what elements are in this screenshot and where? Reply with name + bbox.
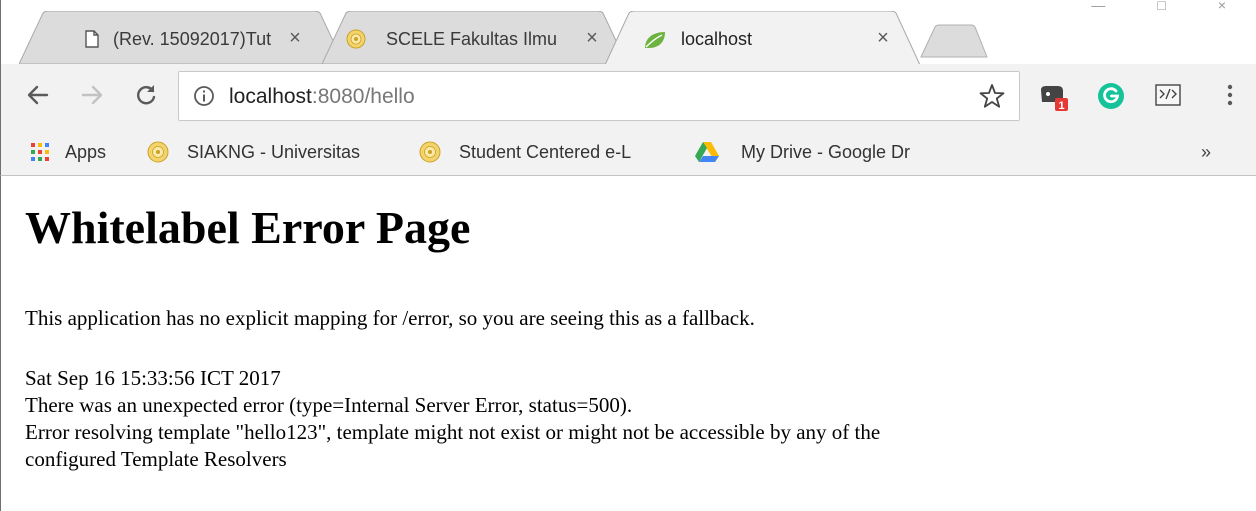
tab-title: SCELE Fakultas Ilmu [386, 29, 558, 49]
tab-title: localhost [681, 29, 753, 49]
close-window-icon[interactable]: × [1218, 0, 1226, 14]
browser-toolbar: localhost:8080/hello 1 [0, 64, 1256, 130]
tab-title: (Rev. 15092017)Tut [113, 29, 272, 49]
url-host: localhost [229, 85, 312, 108]
tab-close-icon[interactable]: × [873, 26, 893, 50]
tab-close-icon[interactable]: × [285, 26, 305, 50]
more-menu-icon[interactable] [1223, 82, 1237, 110]
page-content: Whitelabel Error Page This application h… [0, 176, 1256, 511]
reload-button[interactable] [131, 80, 161, 110]
forward-arrow-icon [81, 85, 103, 105]
elephant-icon: 1 [1041, 86, 1068, 112]
bookmark-scele[interactable]: Student Centered e-L [419, 140, 669, 164]
back-button[interactable] [23, 80, 53, 110]
back-arrow-icon [27, 85, 49, 105]
grammarly-extension-button[interactable] [1097, 82, 1125, 110]
minimize-icon[interactable]: — [1091, 0, 1105, 14]
university-seal-icon [419, 141, 441, 163]
university-seal-icon [147, 141, 169, 163]
window-controls: — □ × [1091, 0, 1226, 14]
forward-button[interactable] [77, 80, 107, 110]
evernote-extension-button[interactable]: 1 [1038, 82, 1068, 112]
address-bar[interactable]: localhost:8080/hello [178, 71, 1020, 121]
page-heading: Whitelabel Error Page [25, 202, 471, 253]
xml-tree-icon [1155, 84, 1181, 106]
error-type: There was an unexpected error (type=Inte… [25, 393, 633, 417]
bookmark-star-icon[interactable] [979, 83, 1005, 109]
document-icon [85, 30, 99, 48]
extension-badge: 1 [1058, 100, 1064, 112]
info-icon[interactable] [193, 85, 215, 107]
tab-scele[interactable]: SCELE Fakultas Ilmu × [322, 11, 627, 64]
reload-icon [137, 85, 156, 105]
url-text[interactable]: localhost:8080/hello [229, 84, 415, 110]
tab-localhost[interactable]: localhost × [605, 11, 920, 65]
xml-extension-button[interactable] [1153, 82, 1181, 110]
bookmark-apps[interactable]: Apps [29, 140, 106, 164]
error-message-line2: configured Template Resolvers [25, 447, 287, 471]
grammarly-icon [1098, 83, 1124, 109]
bookmark-google-drive[interactable]: My Drive - Google Dr [695, 140, 953, 164]
new-tab-button[interactable] [919, 24, 989, 58]
bookmark-siakng[interactable]: SIAKNG - Universitas [147, 140, 393, 164]
fallback-message: This application has no explicit mapping… [25, 306, 755, 330]
university-seal-icon [346, 29, 366, 49]
bookmark-label: Apps [65, 142, 107, 162]
bookmark-label: Student Centered e-L [459, 142, 632, 162]
url-path: :8080/hello [311, 85, 415, 108]
bookmarks-bar: Apps SIAKNG - Universitas Student Center… [0, 130, 1256, 176]
error-message-line1: Error resolving template "hello123", tem… [25, 420, 881, 444]
tab-rev[interactable]: (Rev. 15092017)Tut × [19, 11, 344, 64]
bookmark-label: My Drive - Google Dr [741, 142, 911, 162]
error-details: Sat Sep 16 15:33:56 ICT 2017 There was a… [25, 365, 1240, 473]
google-drive-icon [695, 142, 719, 162]
spring-leaf-icon [645, 32, 665, 48]
tab-strip: — □ × (Rev. 15092017)Tut × SCELE Fakulta… [0, 0, 1256, 65]
maximize-icon[interactable]: □ [1157, 0, 1165, 14]
error-timestamp: Sat Sep 16 15:33:56 ICT 2017 [25, 366, 281, 390]
bookmarks-overflow-button[interactable]: » [1201, 142, 1211, 163]
bookmark-label: SIAKNG - Universitas [187, 142, 361, 162]
apps-grid-icon [31, 143, 49, 161]
tab-close-icon[interactable]: × [582, 26, 602, 50]
